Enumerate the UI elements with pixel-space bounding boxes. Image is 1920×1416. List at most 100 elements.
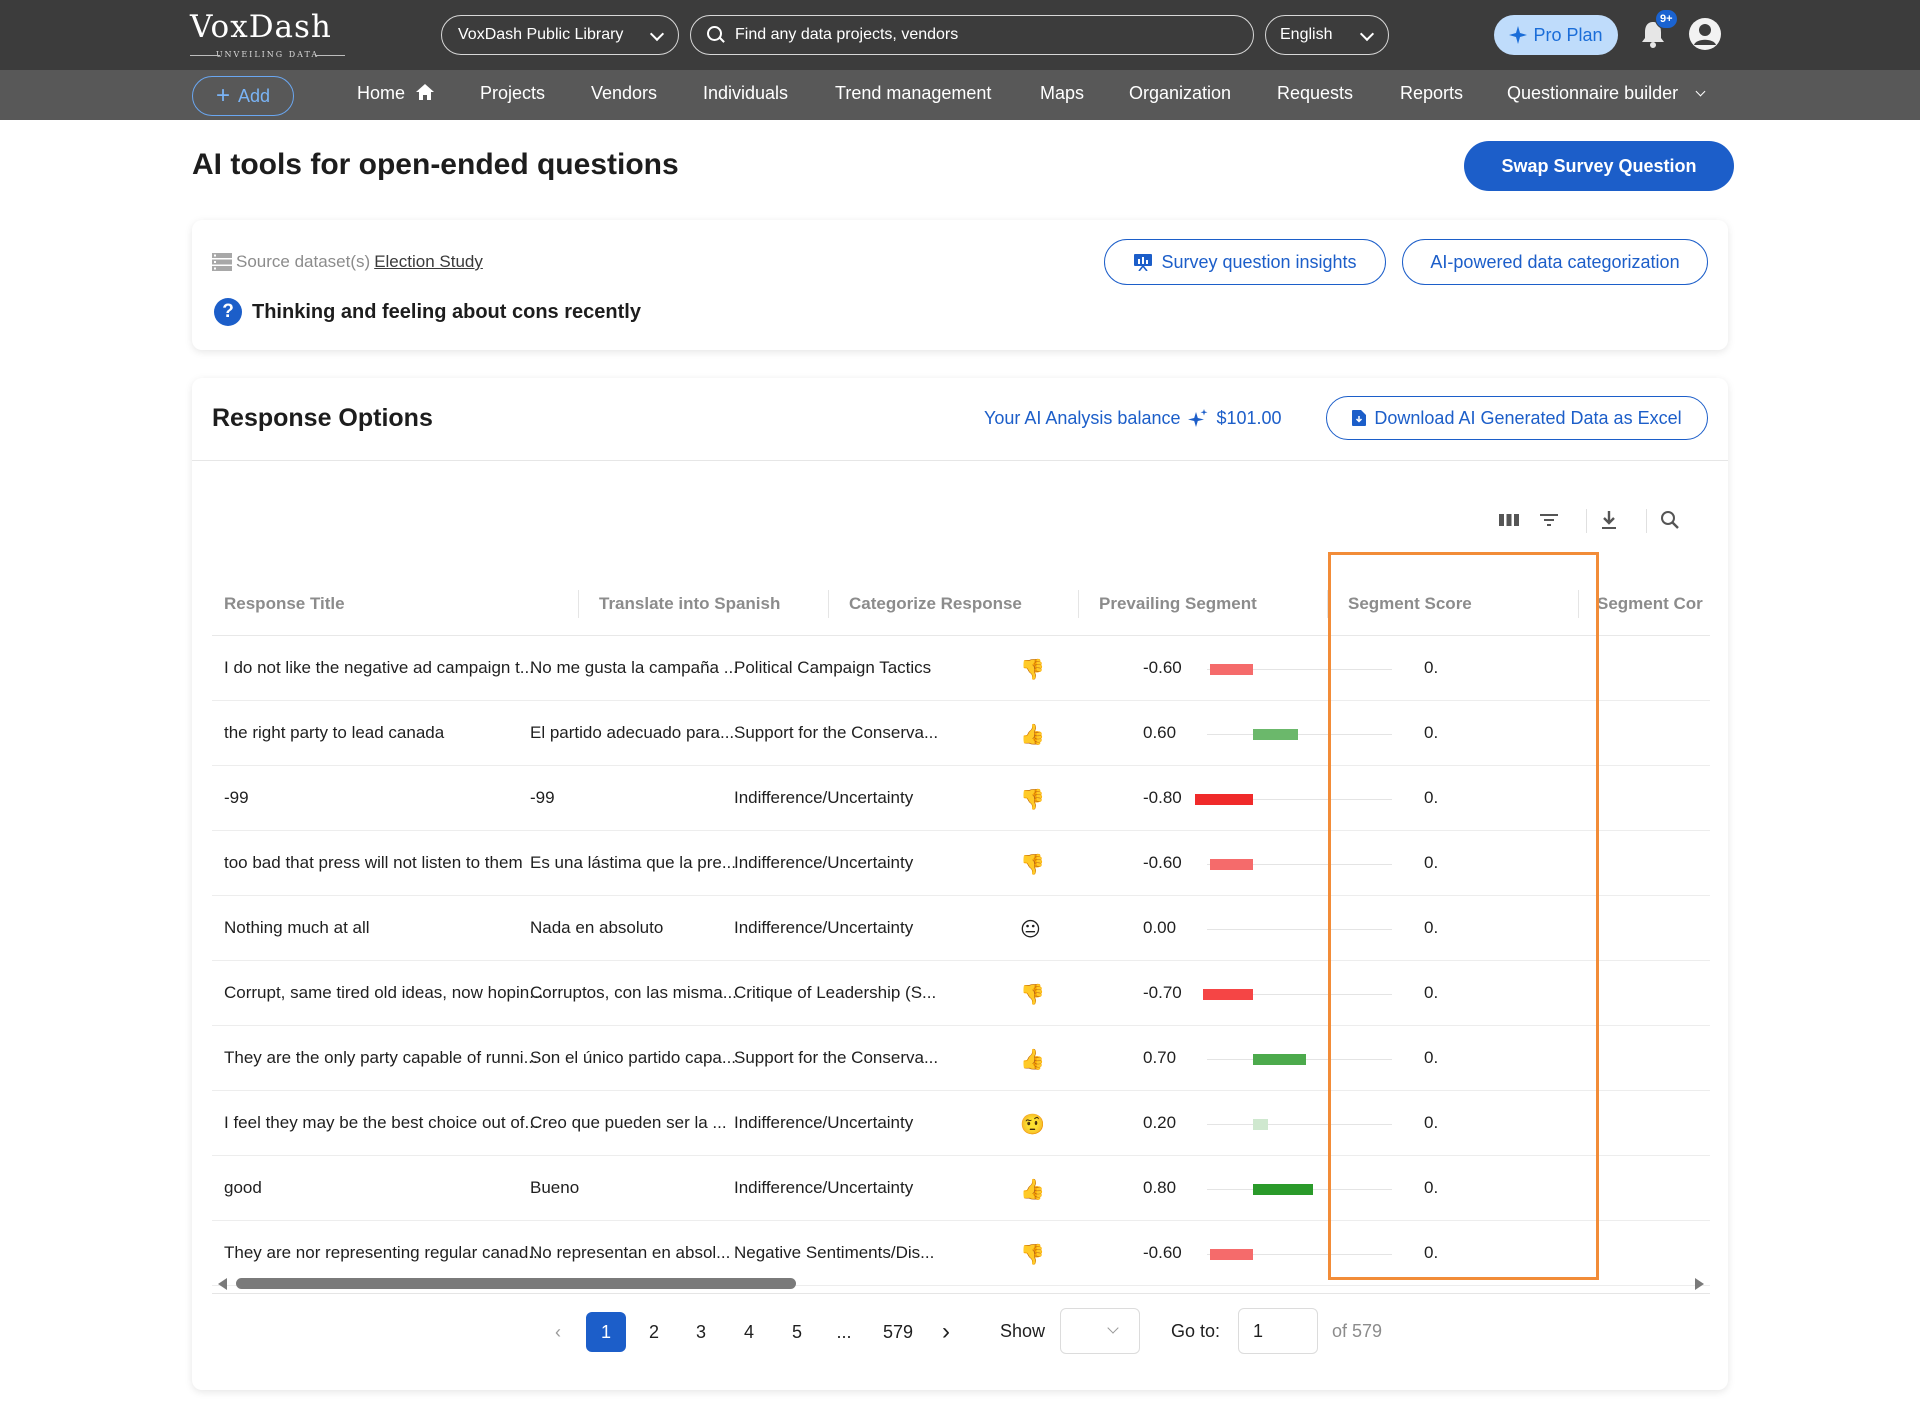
user-avatar-icon[interactable]: [1688, 17, 1722, 51]
nav-item-reports[interactable]: Reports: [1400, 83, 1463, 104]
col-segment-correlation[interactable]: Segment Cor: [1597, 594, 1710, 614]
col-translate-spanish[interactable]: Translate into Spanish: [599, 594, 780, 614]
column-divider: [828, 590, 829, 618]
scrollbar-thumb[interactable]: [236, 1278, 796, 1289]
goto-page-input[interactable]: 1: [1238, 1308, 1318, 1354]
nav-item-organization[interactable]: Organization: [1129, 83, 1231, 104]
category-cell: Indifference/Uncertainty: [734, 788, 914, 807]
nav-item-maps[interactable]: Maps: [1040, 83, 1084, 104]
segment-emoji-icon: 👍: [1020, 1179, 1045, 1201]
page-size-select[interactable]: [1060, 1308, 1140, 1354]
score-bar: [1253, 1184, 1313, 1195]
chevron-down-icon: [1695, 86, 1706, 97]
columns-icon[interactable]: [1498, 508, 1520, 532]
nav-home-label: Home: [357, 83, 406, 103]
swap-survey-question-button[interactable]: Swap Survey Question: [1464, 141, 1734, 191]
sparkle-icon: [1188, 408, 1208, 427]
nav-item-trend-management[interactable]: Trend management: [835, 83, 991, 104]
col-prevailing-segment[interactable]: Prevailing Segment: [1099, 594, 1257, 614]
survey-question-insights-button[interactable]: Survey question insights: [1104, 239, 1386, 285]
download-icon[interactable]: [1598, 508, 1620, 532]
nav-item-vendors[interactable]: Vendors: [591, 83, 657, 104]
page-ellipsis[interactable]: ...: [824, 1312, 864, 1352]
filter-icon[interactable]: [1537, 508, 1561, 532]
response-title-cell: They are nor representing regular canad.…: [224, 1243, 543, 1262]
spanish-translation-cell: -99: [530, 788, 555, 807]
category-cell: Critique of Leadership (S...: [734, 983, 937, 1002]
language-value: English: [1280, 26, 1333, 43]
page-2[interactable]: 2: [634, 1312, 674, 1352]
segment-score-cell: -0.70: [1143, 983, 1182, 1002]
page-4[interactable]: 4: [729, 1312, 769, 1352]
language-select[interactable]: English: [1265, 15, 1389, 55]
dataset-link[interactable]: Election Study: [374, 252, 483, 272]
spanish-translation-cell: No me gusta la campaña ...: [530, 658, 738, 677]
download-label: Download AI Generated Data as Excel: [1374, 407, 1682, 428]
spanish-translation-cell: Nada en absoluto: [530, 918, 664, 937]
segment-emoji-icon: 👎: [1020, 854, 1045, 876]
category-cell: Negative Sentiments/Dis...: [734, 1243, 935, 1262]
nav-item-requests[interactable]: Requests: [1277, 83, 1353, 104]
score-bar: [1253, 1054, 1306, 1065]
nav-questionnaire-label: Questionnaire builder: [1507, 83, 1679, 103]
segment-score-cell: 0.70: [1143, 1048, 1177, 1067]
segment-score-cell: 0.00: [1143, 918, 1177, 937]
question-text: Thinking and feeling about cons recently: [252, 300, 641, 323]
category-cell: Indifference/Uncertainty: [734, 1113, 914, 1132]
voxdash-logo[interactable]: VoxDash UNVEILING DATA: [190, 10, 350, 59]
next-page-icon[interactable]: ›: [926, 1312, 966, 1352]
scroll-right-icon[interactable]: [1695, 1278, 1704, 1290]
page-1[interactable]: 1: [586, 1312, 626, 1352]
file-download-icon: [1352, 410, 1367, 426]
score-bar: [1202, 989, 1253, 1000]
category-cell: Indifference/Uncertainty: [734, 853, 914, 872]
add-button[interactable]: + Add: [192, 76, 294, 116]
score-bar: [1209, 664, 1253, 675]
spanish-translation-cell: Corruptos, con las misma...: [530, 983, 737, 1002]
column-divider: [1078, 590, 1079, 618]
nav-item-questionnaire-builder[interactable]: Questionnaire builder: [1507, 83, 1706, 104]
global-search-input[interactable]: Find any data projects, vendors: [690, 15, 1254, 55]
nav-item-projects[interactable]: Projects: [480, 83, 545, 104]
survey-question: ? Thinking and feeling about cons recent…: [214, 298, 641, 326]
segment-emoji-icon: 🤨: [1020, 1114, 1045, 1136]
prev-page-icon[interactable]: ‹: [538, 1312, 578, 1352]
source-card: Source dataset(s) Election Study ? Think…: [192, 220, 1728, 350]
col-response-title[interactable]: Response Title: [224, 594, 345, 614]
balance-value: $101.00: [1216, 408, 1282, 428]
col-categorize-response[interactable]: Categorize Response: [849, 594, 1022, 614]
segment-score-cell: -0.60: [1143, 1243, 1182, 1262]
score-bar: [1209, 1249, 1253, 1260]
response-title-cell: Nothing much at all: [224, 918, 370, 937]
response-title-cell: I feel they may be the best choice out o…: [224, 1113, 539, 1132]
source-dataset: Source dataset(s) Election Study: [212, 252, 483, 272]
card-divider: [192, 460, 1728, 461]
logo-tagline: UNVEILING DATA: [190, 50, 345, 59]
spanish-translation-cell: Creo que pueden ser la ...: [530, 1113, 727, 1132]
ai-data-categorization-button[interactable]: AI-powered data categorization: [1402, 239, 1708, 285]
search-icon[interactable]: [1658, 508, 1682, 532]
segment-emoji-icon: 😐: [1020, 919, 1041, 941]
pagination: ‹ 1 2 3 4 5 ... 579 › Show Go to: 1 of 5…: [192, 1308, 1728, 1354]
page-5[interactable]: 5: [777, 1312, 817, 1352]
page-3[interactable]: 3: [681, 1312, 721, 1352]
presentation-chart-icon: [1134, 254, 1153, 271]
segment-score-cell: -0.60: [1143, 658, 1182, 677]
download-excel-button[interactable]: Download AI Generated Data as Excel: [1326, 396, 1708, 440]
category-cell: Indifference/Uncertainty: [734, 918, 914, 937]
column-divider: [578, 590, 579, 618]
nav-item-home[interactable]: Home: [357, 83, 435, 104]
spanish-translation-cell: El partido adecuado para...: [530, 723, 735, 742]
nav-item-individuals[interactable]: Individuals: [703, 83, 788, 104]
segment-score-cell: -0.60: [1143, 853, 1182, 872]
pro-plan-button[interactable]: Pro Plan: [1494, 15, 1618, 55]
response-title-cell: the right party to lead canada: [224, 723, 445, 742]
show-label: Show: [1000, 1321, 1046, 1341]
segment-score-highlight: [1328, 552, 1599, 1280]
spanish-translation-cell: Bueno: [530, 1178, 580, 1197]
scroll-left-icon[interactable]: [218, 1278, 227, 1290]
library-select[interactable]: VoxDash Public Library: [441, 15, 679, 55]
response-title-cell: too bad that press will not listen to th…: [224, 853, 523, 872]
total-pages: of 579: [1332, 1321, 1383, 1341]
page-579[interactable]: 579: [875, 1312, 921, 1352]
